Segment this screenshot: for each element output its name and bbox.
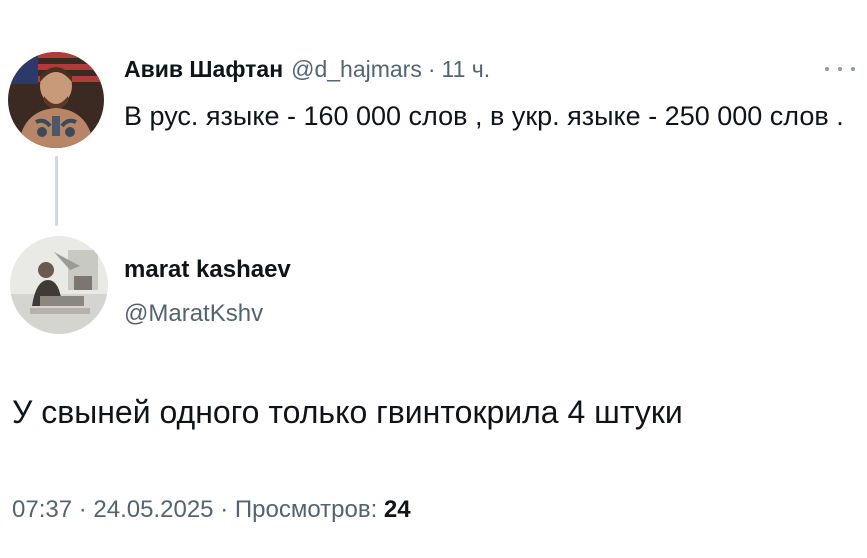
parent-avatar-image — [8, 52, 104, 148]
parent-display-name[interactable]: Авив Шафтан — [124, 56, 283, 83]
reply-handle[interactable]: @MaratKshv — [124, 300, 263, 328]
parent-handle[interactable]: @d_hajmars — [291, 56, 422, 83]
tweet-meta: 07:37 · 24.05.2025 · Просмотров: 24 — [12, 496, 411, 524]
tweet-time[interactable]: 07:37 — [12, 496, 72, 523]
parent-timestamp[interactable]: 11 ч. — [442, 56, 491, 83]
parent-separator: · — [427, 56, 436, 82]
tweet-screenshot: Авив Шафтан @d_hajmars · 11 ч. В рус. яз… — [0, 0, 867, 558]
meta-separator: · — [78, 496, 87, 523]
more-horizontal-icon[interactable] — [825, 62, 855, 76]
more-dot — [851, 67, 855, 71]
more-dot — [838, 67, 842, 71]
parent-header: Авив Шафтан @d_hajmars · 11 ч. — [124, 56, 490, 86]
parent-tweet-text: В рус. языке - 160 000 слов , в укр. язы… — [124, 101, 844, 131]
reply-tweet-text: У свыней одного только гвинтокрила 4 шту… — [12, 394, 683, 430]
thread-connector-line — [55, 156, 58, 226]
views-count[interactable]: 24 — [384, 496, 411, 523]
views-label: Просмотров: — [234, 496, 378, 523]
reply-display-name[interactable]: marat kashaev — [124, 256, 291, 284]
reply-avatar-image — [10, 236, 108, 334]
tweet-date[interactable]: 24.05.2025 — [93, 496, 213, 523]
more-dot — [825, 67, 829, 71]
reply-avatar[interactable] — [10, 236, 108, 334]
parent-avatar[interactable] — [8, 52, 104, 148]
reply-author-block: marat kashaev @MaratKshv — [0, 236, 867, 346]
parent-tweet[interactable]: Авив Шафтан @d_hajmars · 11 ч. В рус. яз… — [0, 0, 867, 230]
meta-separator: · — [220, 496, 229, 523]
